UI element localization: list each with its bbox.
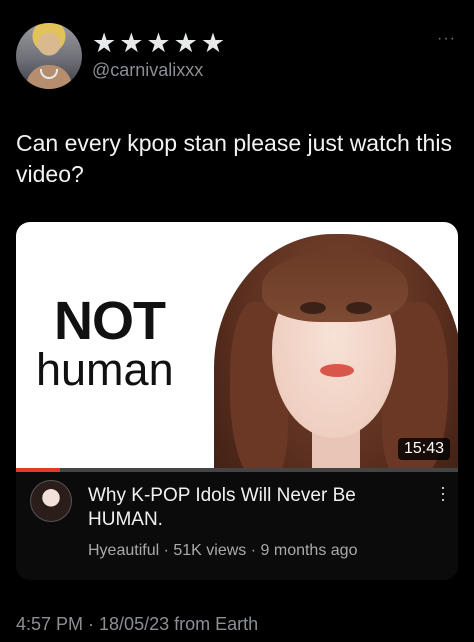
tweet-text: Can every kpop stan please just watch th… [16,130,452,187]
channel-avatar[interactable] [30,480,72,522]
author-avatar[interactable] [16,23,82,89]
video-stats: · 51K views · 9 months ago [159,542,358,559]
video-card[interactable]: NOT human 15:43 Why K-POP Idols Will Nev… [16,222,458,580]
video-duration-badge: 15:43 [397,438,450,460]
author-handle[interactable]: @carnivalixxx [92,60,203,81]
thumbnail-text-not: NOT [54,291,166,351]
video-progress-track [16,468,458,472]
thumbnail-bangs [262,252,408,322]
video-title[interactable]: Why K-POP Idols Will Never Be HUMAN. [88,484,428,532]
tweet-timestamp: 4:57 PM · 18/05/23 from Earth [16,614,259,634]
thumbnail-eye-right [346,302,372,314]
video-progress-fill [16,468,61,472]
channel-name[interactable]: Hyeautiful [88,542,159,559]
video-thumbnail[interactable]: NOT human 15:43 [16,222,458,472]
vertical-dots-icon[interactable]: · · · [440,478,446,508]
video-meta: Hyeautiful · 51K views · 9 months ago [88,542,357,560]
thumbnail-text-human: human [36,344,174,395]
more-dots-icon[interactable]: ··· [437,30,456,48]
thumbnail-lips [320,364,354,377]
thumbnail-eye-left [300,302,326,314]
author-display-name[interactable]: ★★★★★ [92,28,228,59]
